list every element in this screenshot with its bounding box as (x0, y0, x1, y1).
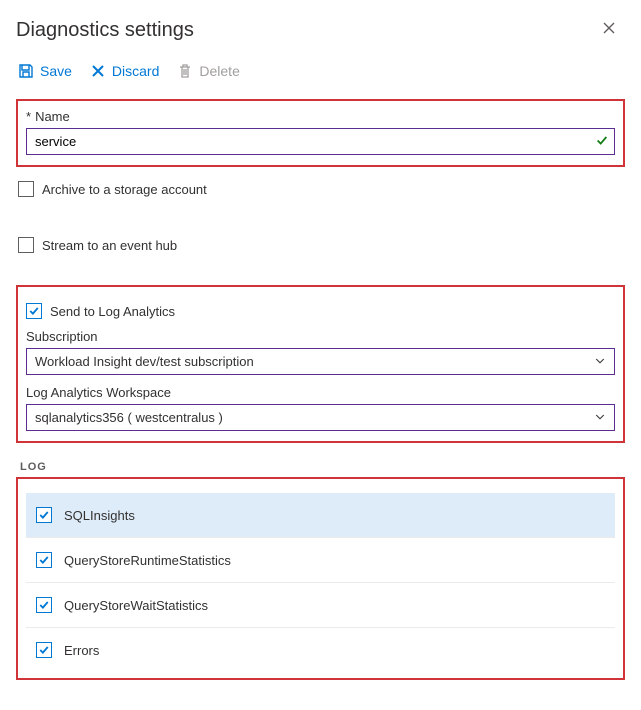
save-label: Save (40, 63, 72, 79)
workspace-select[interactable]: sqlanalytics356 ( westcentralus ) (26, 404, 615, 431)
log-row[interactable]: SQLInsights (26, 493, 615, 538)
name-label: *Name (26, 109, 615, 124)
workspace-label: Log Analytics Workspace (26, 385, 615, 400)
chevron-down-icon (594, 354, 606, 369)
discard-icon (90, 63, 106, 79)
log-checkbox[interactable] (36, 552, 52, 568)
archive-checkbox[interactable] (18, 181, 34, 197)
archive-label: Archive to a storage account (42, 182, 207, 197)
valid-check-icon (595, 133, 609, 150)
log-checkbox[interactable] (36, 642, 52, 658)
stream-label: Stream to an event hub (42, 238, 177, 253)
sendlog-checkbox-row[interactable]: Send to Log Analytics (26, 303, 615, 319)
subscription-label: Subscription (26, 329, 615, 344)
log-item-label: QueryStoreRuntimeStatistics (64, 553, 231, 568)
close-button[interactable] (593, 16, 625, 45)
log-checkbox[interactable] (36, 507, 52, 523)
log-row[interactable]: QueryStoreRuntimeStatistics (26, 538, 615, 583)
name-input[interactable] (26, 128, 615, 155)
log-item-label: SQLInsights (64, 508, 135, 523)
delete-label: Delete (199, 63, 239, 79)
chevron-down-icon (594, 410, 606, 425)
sendlog-label: Send to Log Analytics (50, 304, 175, 319)
save-button[interactable]: Save (18, 63, 72, 79)
stream-checkbox[interactable] (18, 237, 34, 253)
log-item-label: Errors (64, 643, 99, 658)
log-checkbox[interactable] (36, 597, 52, 613)
log-item-label: QueryStoreWaitStatistics (64, 598, 208, 613)
subscription-value: Workload Insight dev/test subscription (35, 354, 254, 369)
stream-checkbox-row[interactable]: Stream to an event hub (18, 237, 625, 253)
log-list: SQLInsights QueryStoreRuntimeStatistics … (26, 493, 615, 672)
save-icon (18, 63, 34, 79)
log-row[interactable]: Errors (26, 628, 615, 672)
log-row[interactable]: QueryStoreWaitStatistics (26, 583, 615, 628)
archive-checkbox-row[interactable]: Archive to a storage account (18, 181, 625, 197)
discard-button[interactable]: Discard (90, 63, 159, 79)
subscription-select[interactable]: Workload Insight dev/test subscription (26, 348, 615, 375)
workspace-value: sqlanalytics356 ( westcentralus ) (35, 410, 223, 425)
delete-button[interactable]: Delete (177, 63, 239, 79)
discard-label: Discard (112, 63, 159, 79)
page-title: Diagnostics settings (16, 19, 194, 42)
log-section-header: LOG (20, 461, 625, 473)
sendlog-checkbox[interactable] (26, 303, 42, 319)
trash-icon (177, 63, 193, 79)
close-icon (601, 20, 617, 36)
